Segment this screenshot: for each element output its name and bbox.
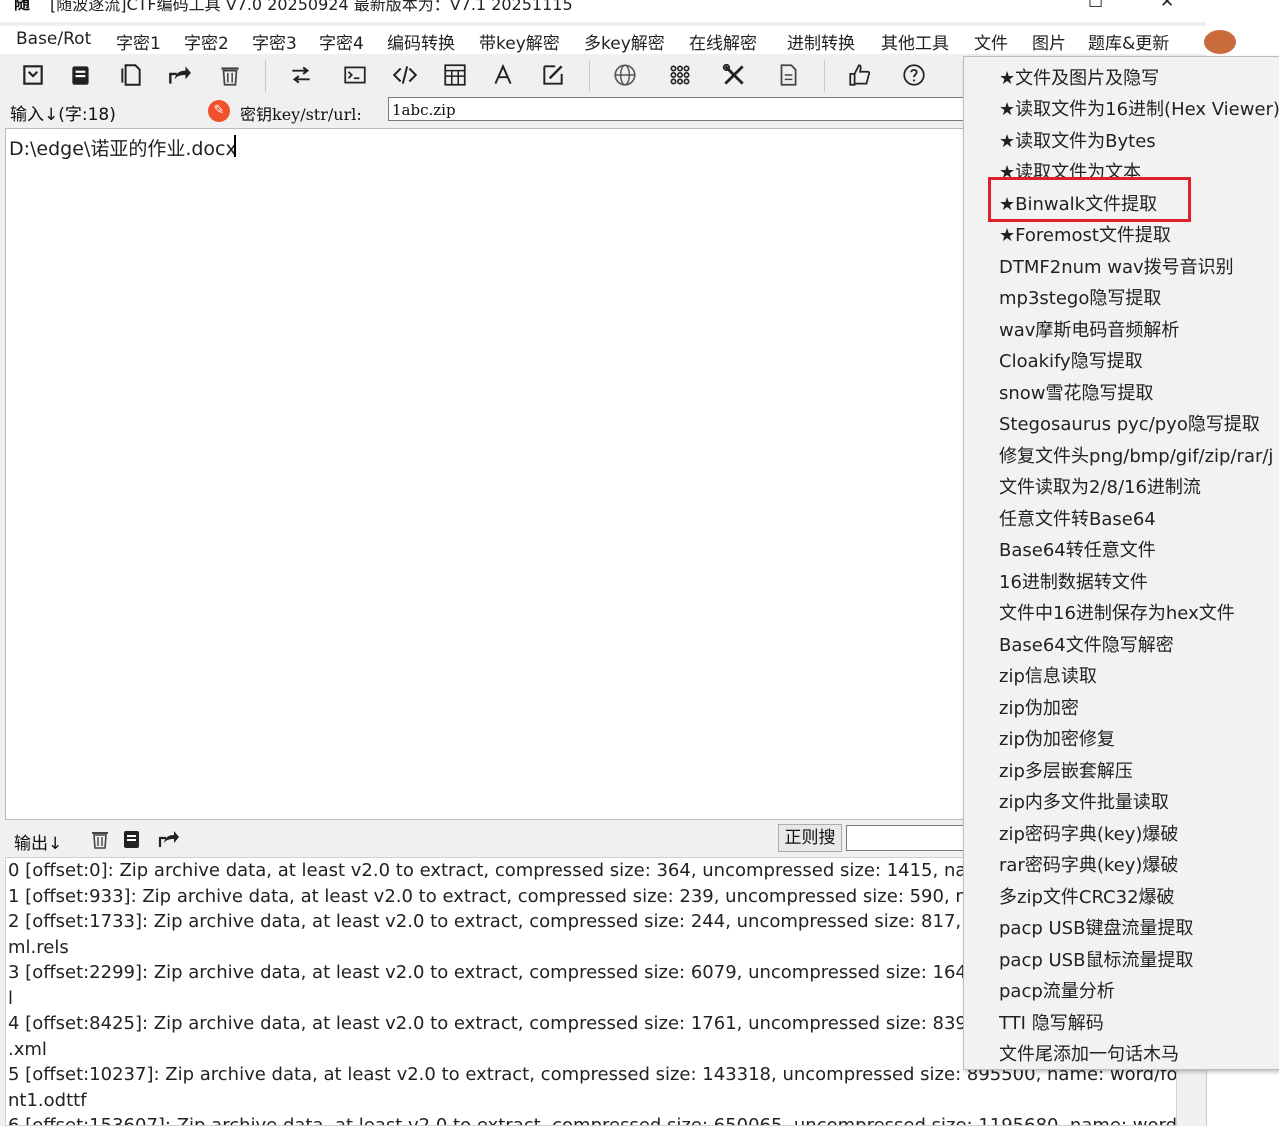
toolbar-separator xyxy=(265,60,266,92)
menu-bank-update[interactable]: 题库&更新 xyxy=(1088,29,1169,54)
menu-item-dtmf2num[interactable]: DTMF2num wav拨号音识别 xyxy=(999,253,1234,279)
menu-base-convert[interactable]: 进制转换 xyxy=(787,29,855,54)
menu-item-file-to-base64[interactable]: 任意文件转Base64 xyxy=(999,505,1156,531)
maximize-icon[interactable]: ☐ xyxy=(1088,0,1103,12)
menu-item-base64-to-file[interactable]: Base64转任意文件 xyxy=(999,536,1156,562)
output-label: 输出↓ xyxy=(14,834,63,854)
thumbs-up-icon[interactable] xyxy=(845,60,875,90)
menu-item-read-stream[interactable]: 文件读取为2/8/16进制流 xyxy=(999,473,1201,499)
close-icon[interactable]: ✕ xyxy=(1160,0,1174,12)
menu-item-zip-nested[interactable]: zip多层嵌套解压 xyxy=(999,757,1133,783)
open-file-icon[interactable] xyxy=(18,60,48,90)
copy-icon[interactable] xyxy=(66,60,96,90)
key-input[interactable]: 1abc.zip xyxy=(388,97,988,121)
menu-item-file-stego[interactable]: ★文件及图片及隐写 xyxy=(999,64,1159,90)
tools-icon[interactable] xyxy=(719,60,749,90)
output-line: nt1.odttf xyxy=(8,1089,87,1111)
paste-icon[interactable] xyxy=(116,60,146,90)
share-icon[interactable] xyxy=(164,60,194,90)
menu-item-wav-morse[interactable]: wav摩斯电码音频解析 xyxy=(999,316,1179,342)
menu-encoding[interactable]: 编码转换 xyxy=(387,29,455,54)
code-icon[interactable] xyxy=(390,60,420,90)
menu-bar: Base/Rot 字密1 字密2 字密3 字密4 编码转换 带key解密 多ke… xyxy=(0,26,1206,54)
menu-item-mp3stego[interactable]: mp3stego隐写提取 xyxy=(999,284,1161,310)
menu-multikey-decrypt[interactable]: 多key解密 xyxy=(584,29,665,54)
key-label: 密钥key/str/url: xyxy=(240,105,362,124)
avatar xyxy=(1204,30,1236,54)
menu-item-usb-keyboard[interactable]: pacp USB键盘流量提取 xyxy=(999,914,1193,940)
output-copy-icon[interactable] xyxy=(120,827,146,853)
trash-icon[interactable] xyxy=(215,60,245,90)
calculator-icon[interactable] xyxy=(440,60,470,90)
menu-item-foremost[interactable]: ★Foremost文件提取 xyxy=(999,221,1171,247)
menu-item-zip-pseudo-encrypt[interactable]: zip伪加密 xyxy=(999,694,1079,720)
menu-item-rar-brute[interactable]: rar密码字典(key)爆破 xyxy=(999,851,1178,877)
window-title: [随波逐流]CTF编码工具 V7.0 20250924 最新版本为：V7.1 2… xyxy=(50,0,573,14)
app-logo-icon: 随 xyxy=(14,0,31,13)
menu-other-tools[interactable]: 其他工具 xyxy=(881,29,949,54)
menu-zimi1[interactable]: 字密1 xyxy=(116,29,161,54)
menu-item-stegosaurus[interactable]: Stegosaurus pyc/pyo隐写提取 xyxy=(999,410,1260,436)
toolbar-separator xyxy=(824,60,825,92)
menu-zimi4[interactable]: 字密4 xyxy=(319,29,364,54)
menu-file[interactable]: 文件 xyxy=(974,29,1008,54)
terminal-icon[interactable] xyxy=(340,60,370,90)
output-trash-icon[interactable] xyxy=(88,827,114,853)
help-icon[interactable] xyxy=(899,60,929,90)
menu-base-rot[interactable]: Base/Rot xyxy=(16,29,91,49)
menu-item-tti-decode[interactable]: TTI 隐写解码 xyxy=(999,1009,1104,1035)
menu-item-pcap-analysis[interactable]: pacp流量分析 xyxy=(999,977,1115,1003)
menu-item-snow[interactable]: snow雪花隐写提取 xyxy=(999,379,1154,405)
menu-item-zip-batch-read[interactable]: zip内多文件批量读取 xyxy=(999,788,1169,814)
toolbar-separator xyxy=(589,60,590,92)
menu-item-zip-info[interactable]: zip信息读取 xyxy=(999,662,1097,688)
menu-item-zip-brute[interactable]: zip密码字典(key)爆破 xyxy=(999,820,1178,846)
edit-icon[interactable] xyxy=(538,60,568,90)
menu-item-read-bytes[interactable]: ★读取文件为Bytes xyxy=(999,127,1156,153)
menu-item-zip-crc32[interactable]: 多zip文件CRC32爆破 xyxy=(999,883,1175,909)
menu-item-cloakify[interactable]: Cloakify隐写提取 xyxy=(999,347,1143,373)
regex-search-button[interactable]: 正则搜 xyxy=(778,824,842,852)
input-text: D:\edge\诺亚的作业.docx xyxy=(9,138,237,160)
menu-key-decrypt[interactable]: 带key解密 xyxy=(479,29,560,54)
document-icon[interactable] xyxy=(773,60,803,90)
menu-image[interactable]: 图片 xyxy=(1032,29,1066,54)
menu-item-hex-viewer[interactable]: ★读取文件为16进制(Hex Viewer) xyxy=(999,95,1279,121)
font-icon[interactable] xyxy=(488,60,518,90)
menu-zimi3[interactable]: 字密3 xyxy=(252,29,297,54)
menu-item-zip-pseudo-fix[interactable]: zip伪加密修复 xyxy=(999,725,1115,751)
menu-item-save-hex[interactable]: 文件中16进制保存为hex文件 xyxy=(999,599,1235,625)
menu-item-base64-stego[interactable]: Base64文件隐写解密 xyxy=(999,631,1174,657)
menu-online-decrypt[interactable]: 在线解密 xyxy=(689,29,757,54)
menu-zimi2[interactable]: 字密2 xyxy=(184,29,229,54)
title-bar: 随 [随波逐流]CTF编码工具 V7.0 20250924 最新版本为：V7.1… xyxy=(0,0,1206,22)
output-share-icon[interactable] xyxy=(156,827,182,853)
grid-icon[interactable] xyxy=(665,60,695,90)
menu-item-usb-mouse[interactable]: pacp USB鼠标流量提取 xyxy=(999,946,1193,972)
menu-item-hex-to-file[interactable]: 16进制数据转文件 xyxy=(999,568,1148,594)
output-line: 6 [offset:153607]: Zip archive data, at … xyxy=(8,1115,1176,1126)
menu-item-fix-header[interactable]: 修复文件头png/bmp/gif/zip/rar/j xyxy=(999,442,1273,468)
input-label: 输入↓(字:18) xyxy=(10,105,116,125)
menu-item-append-webshell[interactable]: 文件尾添加一句话木马 xyxy=(999,1040,1179,1066)
swap-icon[interactable] xyxy=(286,60,316,90)
highlight-box xyxy=(988,177,1191,222)
globe-icon[interactable] xyxy=(610,60,640,90)
text-caret xyxy=(234,135,236,157)
eraser-icon[interactable]: ✎ xyxy=(208,100,230,122)
